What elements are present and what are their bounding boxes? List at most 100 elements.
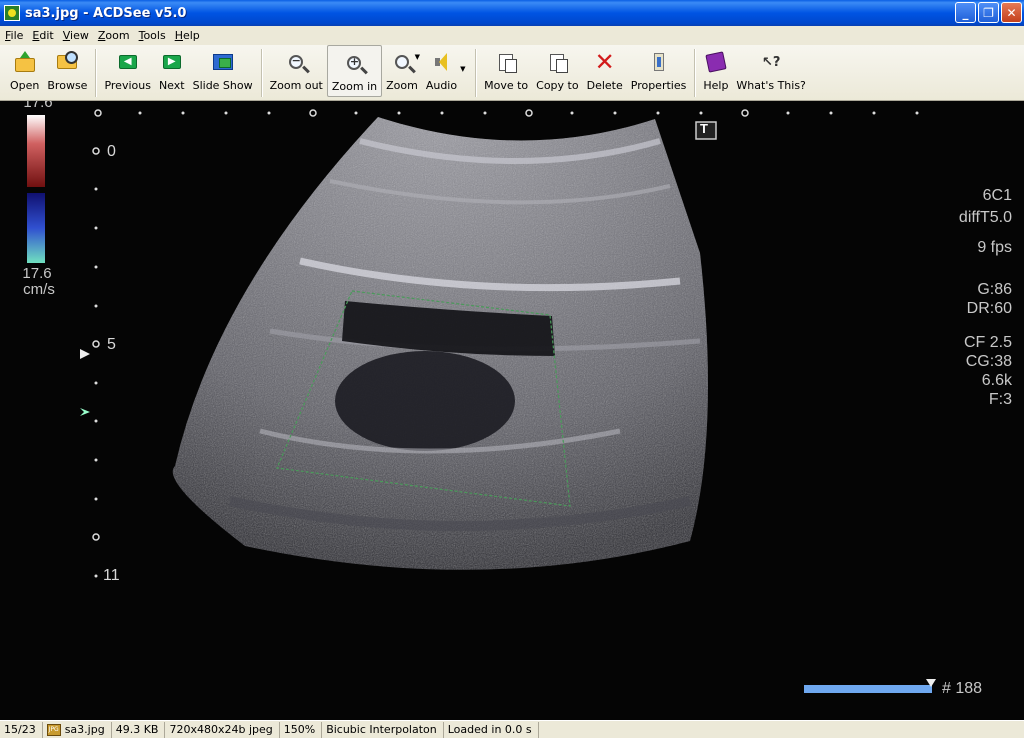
zoom-icon: ▼ (390, 51, 420, 73)
zoom-button[interactable]: ▼ Zoom (382, 45, 422, 97)
window-title: sa3.jpg - ACDSee v5.0 (25, 5, 187, 21)
app-icon (4, 5, 20, 21)
properties-button[interactable]: Properties (627, 45, 691, 97)
mode-label: diffT5.0 (958, 209, 1012, 226)
minimize-icon: _ (962, 5, 969, 20)
image-viewer[interactable]: 17.6 17.6 cm/s 0 5 11 T 6C1 diffT5.0 9 f… (0, 101, 1024, 720)
dropdown-arrow-icon[interactable]: ▼ (460, 65, 465, 73)
toolbar-separator (694, 49, 696, 97)
velocity-scale-red (27, 115, 45, 187)
properties-label: Properties (630, 79, 687, 92)
move-to-button[interactable]: Move to (480, 45, 532, 97)
move-to-icon (494, 51, 518, 73)
help-book-icon (704, 51, 728, 73)
help-button[interactable]: Help (699, 45, 732, 97)
next-label: Next (158, 79, 185, 92)
menu-view[interactable]: View (60, 29, 95, 42)
dr-label: DR:60 (966, 300, 1012, 317)
close-icon: ✕ (1006, 5, 1017, 20)
open-button[interactable]: Open (6, 45, 43, 97)
filter-label: F:3 (988, 391, 1012, 408)
depth-label-0: 0 (107, 143, 116, 160)
depth-label-5: 5 (107, 336, 116, 353)
delete-label: Delete (586, 79, 623, 92)
status-file: JPG sa3.jpg (43, 721, 112, 738)
copy-to-icon (545, 51, 569, 73)
top-dot-scale (94, 109, 919, 117)
title-bar[interactable]: sa3.jpg - ACDSee v5.0 _ ❐ ✕ (0, 0, 1024, 26)
copy-to-button[interactable]: Copy to (532, 45, 582, 97)
toolbar-separator (475, 49, 477, 97)
browse-button[interactable]: Browse (43, 45, 91, 97)
toolbar: Open Browse ◀ Previous ▶ Next Slide Show… (0, 45, 1024, 101)
zoom-out-label: Zoom out (269, 79, 323, 92)
menu-tools[interactable]: Tools (136, 29, 172, 42)
next-arrow-icon: ▶ (160, 51, 184, 73)
probe-label: 6C1 (982, 187, 1012, 204)
zoom-in-button[interactable]: + Zoom in (326, 45, 383, 97)
audio-button[interactable]: ▼ Audio (422, 45, 465, 97)
gain-label: G:86 (977, 281, 1012, 298)
slideshow-button[interactable]: Slide Show (189, 45, 257, 97)
cg-label: CG:38 (965, 353, 1012, 370)
scale-unit: cm/s (23, 281, 55, 298)
close-button[interactable]: ✕ (1001, 2, 1022, 23)
prf-label: 6.6k (981, 372, 1012, 389)
toolbar-separator (260, 49, 262, 97)
move-to-label: Move to (484, 79, 529, 92)
depth-label-11: 11 (103, 567, 120, 584)
browse-label: Browse (47, 79, 88, 92)
menu-zoom[interactable]: Zoom (95, 29, 136, 42)
maximize-button[interactable]: ❐ (978, 2, 999, 23)
status-dimensions: 720x480x24b jpeg (165, 721, 280, 738)
status-bar: 15/23 JPG sa3.jpg 49.3 KB 720x480x24b jp… (0, 720, 1024, 738)
zoom-label: Zoom (386, 79, 418, 92)
status-interpolation: Bicubic Interpolaton (322, 721, 444, 738)
previous-arrow-icon: ◀ (116, 51, 140, 73)
fps-label: 9 fps (977, 239, 1012, 256)
status-index: 15/23 (0, 721, 43, 738)
whats-this-button[interactable]: ↖? What's This? (732, 45, 809, 97)
frame-number: # 188 (942, 680, 983, 697)
menu-file[interactable]: File (2, 29, 29, 42)
zoom-in-icon: + (342, 52, 366, 74)
status-filesize: 49.3 KB (112, 721, 166, 738)
status-zoom: 150% (280, 721, 323, 738)
audio-label: Audio (425, 79, 458, 92)
scale-bottom-value: 17.6 (22, 265, 52, 282)
focus-marker (80, 349, 90, 359)
help-label: Help (703, 79, 729, 92)
ultrasound-image (27, 109, 936, 693)
zoom-out-icon: − (284, 51, 308, 73)
restore-icon: ❐ (983, 5, 994, 20)
zoom-out-button[interactable]: − Zoom out (266, 45, 327, 97)
copy-to-label: Copy to (536, 79, 579, 92)
dropdown-arrow-icon[interactable]: ▼ (415, 53, 420, 61)
previous-label: Previous (104, 79, 151, 92)
browse-icon (55, 51, 79, 73)
previous-button[interactable]: ◀ Previous (100, 45, 155, 97)
delete-x-icon: ✕ (594, 48, 615, 76)
focus-marker-secondary (80, 408, 90, 416)
menu-help[interactable]: Help (172, 29, 206, 42)
scale-top-value: 17.6 (23, 101, 53, 111)
zoom-in-label: Zoom in (331, 80, 378, 93)
slideshow-label: Slide Show (192, 79, 253, 92)
open-label: Open (10, 79, 40, 92)
toolbar-separator (95, 49, 97, 97)
delete-button[interactable]: ✕ Delete (583, 45, 627, 97)
whats-this-label: What's This? (736, 79, 806, 92)
next-button[interactable]: ▶ Next (155, 45, 189, 97)
whats-this-icon: ↖? (761, 54, 781, 70)
open-folder-icon (13, 51, 37, 73)
menu-edit[interactable]: Edit (29, 29, 59, 42)
speaker-icon: ▼ (429, 51, 465, 73)
cf-label: CF 2.5 (963, 334, 1012, 351)
status-filename: sa3.jpg (64, 722, 105, 736)
frame-slider-track[interactable] (804, 685, 932, 693)
velocity-scale-blue (27, 193, 45, 263)
slideshow-icon (211, 51, 235, 73)
menu-bar: File Edit View Zoom Tools Help (0, 26, 1024, 45)
properties-icon (647, 51, 671, 73)
minimize-button[interactable]: _ (955, 2, 976, 23)
